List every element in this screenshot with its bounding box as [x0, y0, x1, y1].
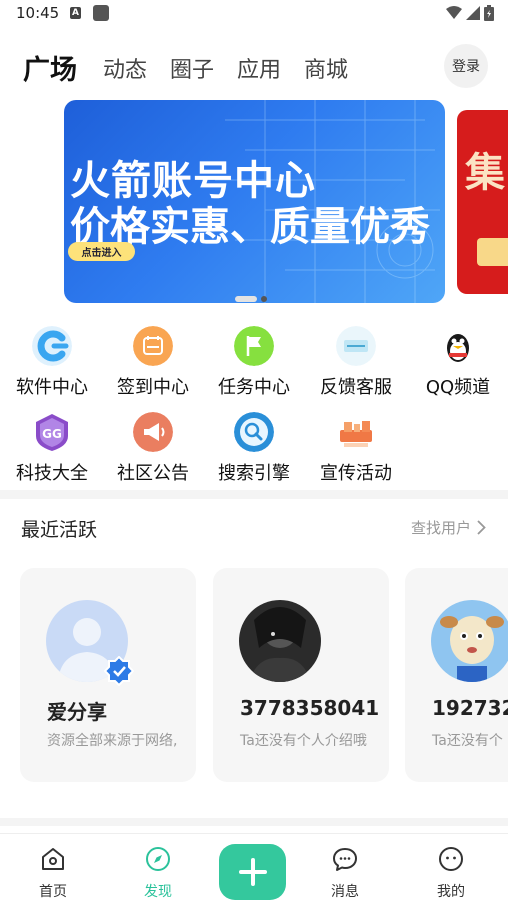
svg-text:GG: GG: [42, 427, 62, 441]
section-divider: [0, 818, 508, 826]
status-bar: 10:45 A: [0, 0, 508, 30]
shortcut-qq-channel[interactable]: QQ频道: [412, 326, 502, 408]
find-user-label: 查找用户: [410, 519, 471, 537]
shortcut-label: 宣传活动: [320, 463, 392, 484]
shortcut-label: 搜索引擎: [218, 463, 290, 484]
checkin-calendar-icon: [133, 326, 173, 366]
verified-badge-icon: [104, 656, 134, 686]
banner-page-indicator: [235, 296, 267, 302]
tab-circles[interactable]: 圈子: [170, 52, 214, 84]
feedback-icon: [336, 326, 376, 366]
megaphone-icon: [133, 412, 173, 452]
shortcut-label: 签到中心: [117, 377, 189, 398]
recent-active-title: 最近活跃: [21, 519, 98, 541]
find-user-link[interactable]: 查找用户: [411, 517, 486, 538]
notification-square-icon: [93, 5, 109, 21]
search-globe-icon: [234, 412, 274, 452]
user-name: 192732: [432, 696, 508, 720]
signal-icon: [466, 6, 480, 20]
banner-next-slide[interactable]: 集: [457, 110, 508, 294]
shortcut-task-center[interactable]: 任务中心: [208, 326, 298, 408]
tab-moments[interactable]: 动态: [103, 52, 147, 84]
banner-enter-button[interactable]: 点击进入: [68, 242, 135, 261]
shortcut-checkin-center[interactable]: 签到中心: [107, 326, 197, 408]
shortcut-tech-collection[interactable]: GG 科技大全: [6, 412, 96, 494]
game-guardian-icon: GG: [36, 414, 68, 451]
user-card[interactable]: 爱分享 资源全部来源于网络,: [20, 568, 196, 782]
task-flag-icon: [234, 326, 274, 366]
login-button[interactable]: 登录: [444, 44, 488, 88]
nav-label: 发现: [144, 884, 172, 900]
battery-icon: [484, 5, 494, 21]
shortcut-software-center[interactable]: 软件中心: [6, 326, 96, 408]
profile-icon: [439, 847, 463, 871]
user-bio: Ta还没有个: [432, 733, 503, 749]
tab-mall[interactable]: 商城: [304, 52, 348, 84]
shortcut-search-engine[interactable]: 搜索引擎: [208, 412, 298, 494]
plus-icon: [238, 858, 267, 886]
user-card[interactable]: 3778358041 Ta还没有个人介绍哦: [213, 568, 389, 782]
nav-messages[interactable]: 消息: [310, 834, 380, 903]
compass-icon: [146, 847, 170, 871]
section-divider: [0, 490, 508, 499]
shortcut-label: 任务中心: [218, 377, 290, 398]
software-center-icon: [32, 326, 72, 366]
user-bio: 资源全部来源于网络,: [47, 733, 178, 749]
chevron-right-icon: [477, 520, 486, 535]
message-icon: [333, 848, 357, 871]
page-dot-active: [235, 296, 257, 302]
event-gift-icon: [340, 421, 372, 447]
bottom-navigation: 首页 发现 消息 我的: [0, 833, 508, 903]
shortcut-label: 反馈客服: [320, 377, 392, 398]
nav-label: 消息: [331, 884, 359, 900]
home-icon: [42, 848, 64, 870]
user-name: 爱分享: [47, 700, 107, 724]
banner-carousel-slide[interactable]: 火箭账号中心 价格实惠、质量优秀 点击进入: [64, 100, 445, 303]
wifi-icon: [446, 6, 462, 19]
nav-label: 首页: [39, 884, 67, 900]
top-tab-bar: 广场 动态 圈子 应用 商城 登录: [0, 44, 508, 88]
user-name: 3778358041: [240, 696, 380, 720]
tab-square[interactable]: 广场: [23, 48, 77, 87]
notification-a-icon: A: [70, 7, 81, 19]
qq-penguin-icon: [447, 334, 469, 362]
page-dot: [261, 296, 267, 302]
shortcut-label: 软件中心: [16, 377, 88, 398]
shortcut-community-notice[interactable]: 社区公告: [107, 412, 197, 494]
publish-add-button[interactable]: [219, 844, 286, 900]
shortcut-feedback[interactable]: 反馈客服: [310, 326, 400, 408]
shortcut-label: QQ频道: [425, 377, 491, 398]
shortcut-label: 科技大全: [16, 463, 88, 484]
tab-apps[interactable]: 应用: [237, 52, 281, 84]
cartoon-dog-avatar: [431, 600, 508, 682]
status-icons: [446, 5, 494, 21]
next-slide-glyph-icon: 集: [465, 150, 505, 196]
shortcut-label: 社区公告: [117, 463, 189, 484]
next-slide-tag: [477, 238, 508, 266]
nav-home[interactable]: 首页: [18, 834, 88, 903]
user-bio: Ta还没有个人介绍哦: [240, 733, 367, 749]
nav-discover[interactable]: 发现: [123, 834, 193, 903]
shortcut-promotion[interactable]: 宣传活动: [310, 412, 400, 494]
dark-anime-avatar: [239, 600, 321, 682]
nav-label: 我的: [437, 884, 465, 900]
nav-profile[interactable]: 我的: [416, 834, 486, 903]
user-card[interactable]: 192732 Ta还没有个: [405, 568, 508, 782]
status-time: 10:45: [16, 4, 60, 22]
